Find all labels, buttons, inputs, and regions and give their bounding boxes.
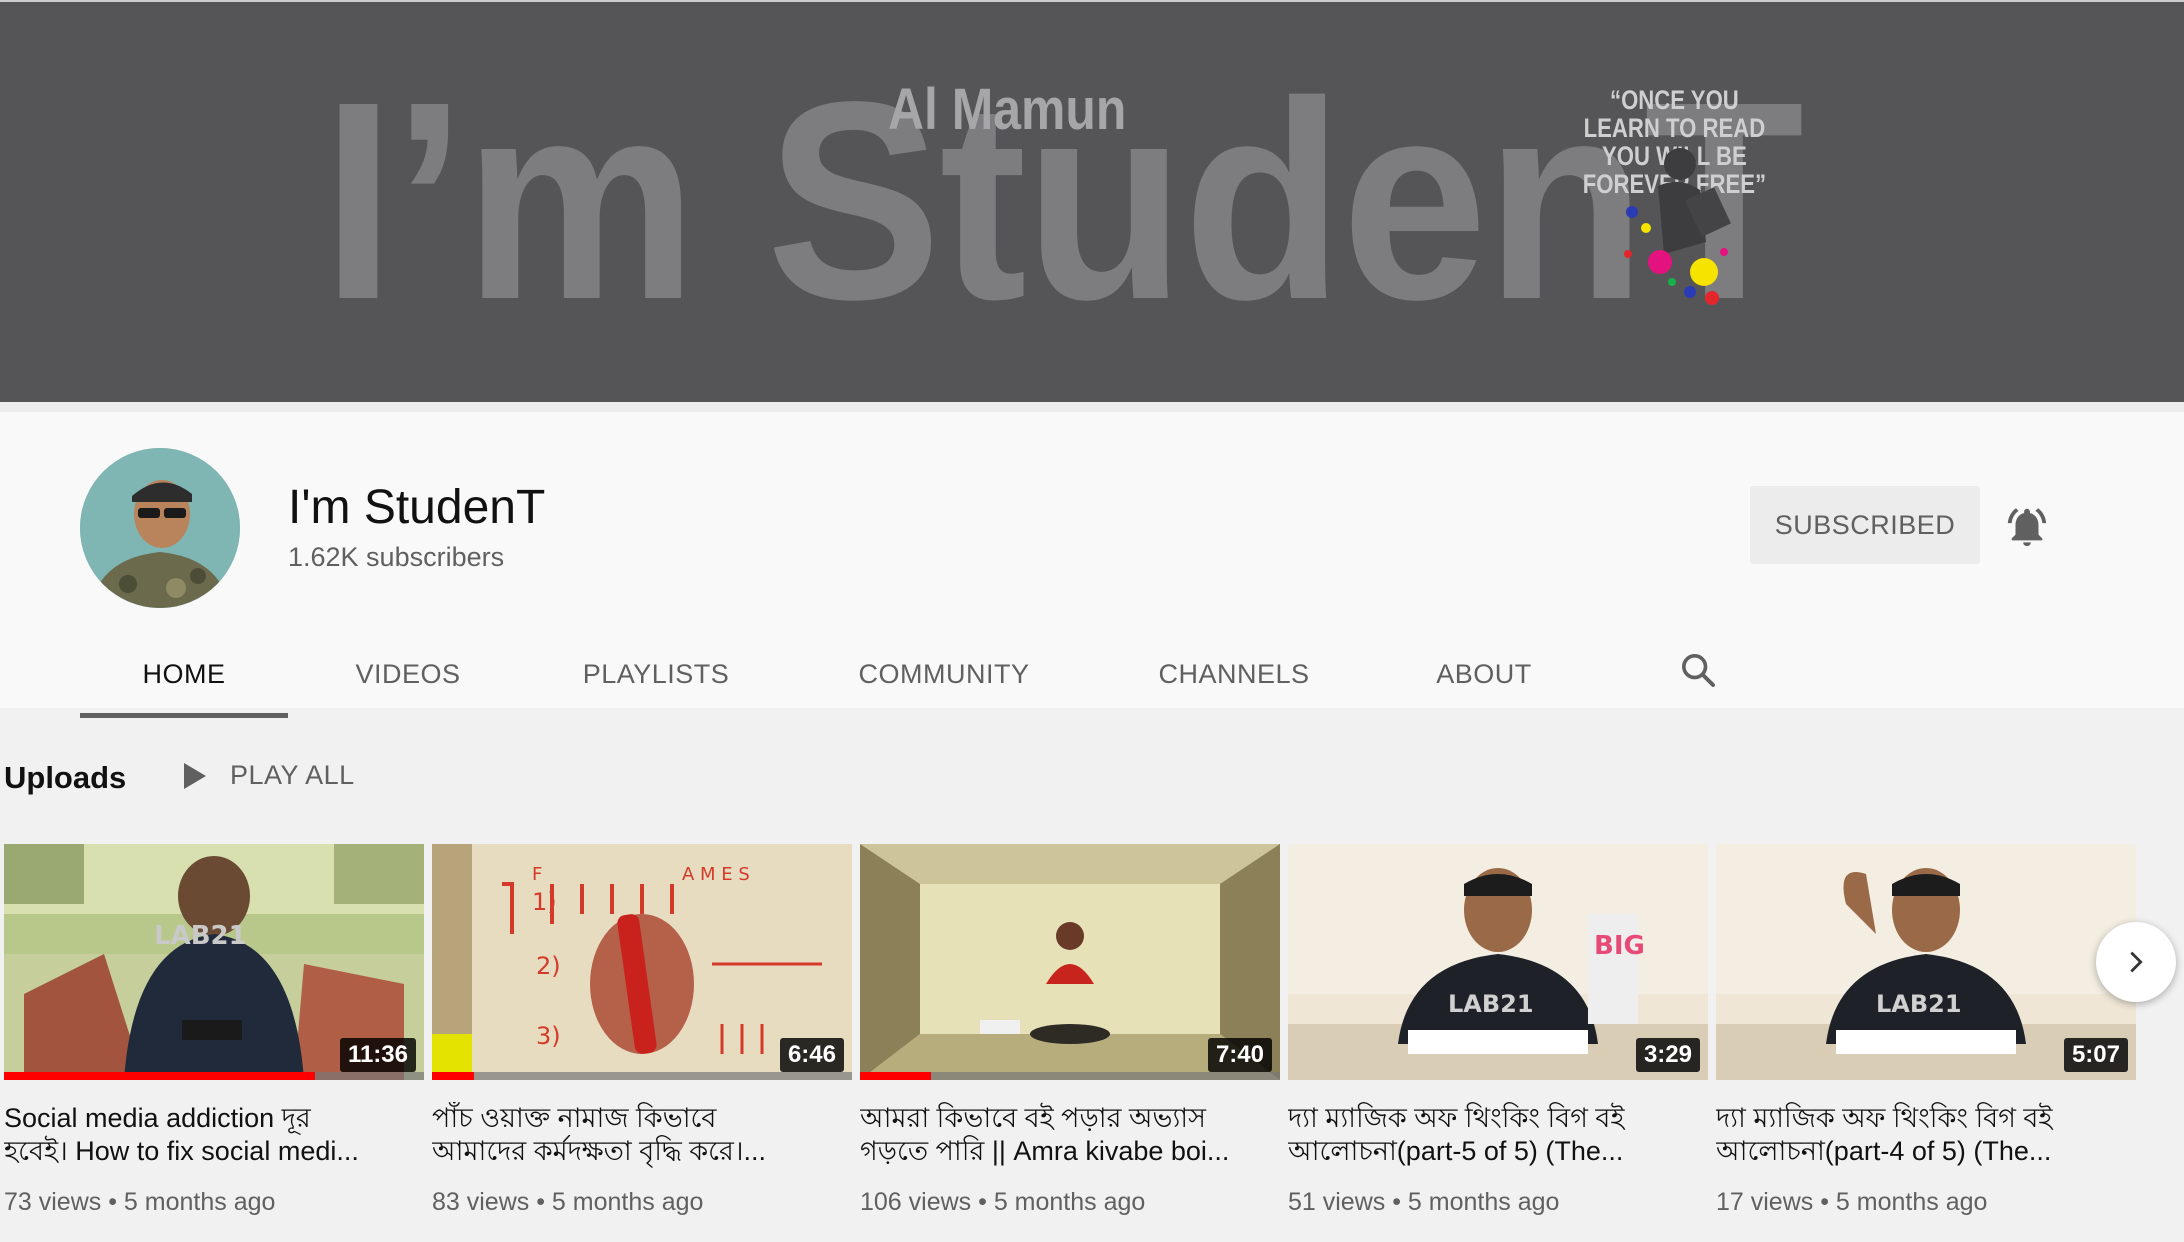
svg-text:LAB21: LAB21 [1876,990,1962,1018]
video-title-line-2: আমাদের কর্মদক্ষতা বৃদ্ধি করে।... [432,1136,767,1166]
video-duration: 6:46 [779,1038,844,1072]
banner-subtitle: Al Mamun [888,77,1127,142]
subscriber-count: 1.62K subscribers [288,542,505,572]
video-title[interactable]: Social media addiction দূর হবেই। How to … [4,1102,404,1168]
bell-icon[interactable] [2004,504,2050,550]
tab-about[interactable]: ABOUT [1364,630,1604,718]
svg-text:BIG: BIG [1594,931,1645,961]
video-title-line-2: হবেই। How to fix social medi... [4,1136,359,1166]
video-title-line-2: আলোচনা(part-4 of 5) (The... [1716,1136,2052,1166]
video-card[interactable]: LAB21 11:36 Social media addiction দূর হ… [4,844,424,1217]
watch-progress-fill [432,1072,474,1080]
tab-community[interactable]: COMMUNITY [784,630,1104,718]
watch-progress [860,1072,1280,1080]
video-duration: 3:29 [1635,1038,1700,1072]
tab-videos[interactable]: VIDEOS [288,630,528,718]
channel-tabs: HOME VIDEOS PLAYLISTS COMMUNITY CHANNELS… [80,630,1604,718]
video-duration: 5:07 [2063,1038,2128,1072]
video-meta: 51 views • 5 months ago [1288,1188,1560,1216]
video-views: 83 views [432,1188,530,1216]
video-meta: 73 views • 5 months ago [4,1188,276,1216]
video-duration: 11:36 [339,1038,416,1072]
svg-text:F: F [532,864,542,885]
video-age: 5 months ago [1407,1188,1560,1216]
video-views: 51 views [1288,1188,1386,1216]
tab-channels[interactable]: CHANNELS [1104,630,1364,718]
channel-header: I'm StudenT 1.62K subscribers SUBSCRIBED… [0,402,2184,718]
video-thumbnail[interactable]: LAB21 BIG 3:29 [1288,844,1708,1080]
video-title-line-1: Social media addiction দূর [4,1103,311,1133]
video-title[interactable]: দ্যা ম্যাজিক অফ থিংকিং বিগ বই আলোচনা(par… [1288,1102,1688,1168]
video-duration: 7:40 [1207,1038,1272,1072]
video-thumbnail[interactable]: LAB21 5:07 [1716,844,2136,1080]
video-meta: 106 views • 5 months ago [860,1188,1146,1216]
video-age: 5 months ago [123,1188,276,1216]
video-thumbnail[interactable]: LAB21 11:36 [4,844,424,1080]
watch-progress [432,1072,852,1080]
video-card[interactable]: F A M E S 2) 3) 1) 6:46 পাঁচ ওয়াক্ত নাম… [432,844,852,1217]
video-views: 17 views [1716,1188,1814,1216]
video-title-line-1: পাঁচ ওয়াক্ত নামাজ কিভাবে [432,1103,717,1133]
play-all-label: PLAY ALL [230,760,355,790]
svg-text:LAB21: LAB21 [154,921,247,951]
channel-avatar[interactable] [80,448,240,608]
tab-home[interactable]: HOME [80,630,288,718]
video-age: 5 months ago [1835,1188,1988,1216]
video-title-line-1: দ্যা ম্যাজিক অফ থিংকিং বিগ বই [1716,1103,2053,1133]
video-age: 5 months ago [993,1188,1146,1216]
video-title-line-2: গড়তে পারি || Amra kivabe boi... [860,1136,1230,1166]
chevron-right-icon [2130,951,2143,973]
video-title[interactable]: দ্যা ম্যাজিক অফ থিংকিং বিগ বই আলোচনা(par… [1716,1102,2116,1168]
video-title-line-2: আলোচনা(part-5 of 5) (The... [1288,1136,1624,1166]
svg-text:A M E S: A M E S [682,864,750,885]
watch-progress [4,1072,424,1080]
subscribed-button[interactable]: SUBSCRIBED [1750,486,1980,564]
svg-text:1): 1) [532,888,557,916]
svg-text:LAB21: LAB21 [1448,990,1534,1018]
channel-name: I'm StudenT [288,481,546,534]
video-title[interactable]: আমরা কিভাবে বই পড়ার অভ্যাস গড়তে পারি |… [860,1102,1260,1168]
video-thumbnail[interactable]: 7:40 [860,844,1280,1080]
shelf-next-button[interactable] [2096,922,2176,1002]
svg-text:3): 3) [536,1022,561,1050]
watch-progress-fill [860,1072,932,1080]
video-views: 73 views [4,1188,102,1216]
video-card[interactable]: LAB21 BIG 3:29 দ্যা ম্যাজিক অফ থিংকিং বি… [1288,844,1708,1217]
uploads-list: LAB21 11:36 Social media addiction দূর হ… [4,844,2136,1217]
reader-silhouette-art [1624,148,1731,305]
video-title-line-1: আমরা কিভাবে বই পড়ার অভ্যাস [860,1103,1206,1133]
video-card[interactable]: LAB21 5:07 দ্যা ম্যাজিক অফ থিংকিং বিগ বই… [1716,844,2136,1217]
uploads-title: Uploads [4,760,127,795]
video-meta: 17 views • 5 months ago [1716,1188,1988,1216]
play-icon [184,762,206,789]
video-thumbnail[interactable]: F A M E S 2) 3) 1) 6:46 [432,844,852,1080]
video-card[interactable]: 7:40 আমরা কিভাবে বই পড়ার অভ্যাস গড়তে প… [860,844,1280,1217]
video-meta: 83 views • 5 months ago [432,1188,704,1216]
tab-playlists[interactable]: PLAYLISTS [528,630,784,718]
channel-banner: I’m StudenT Al Mamun “ONCE YOU LEARN TO … [0,0,2184,402]
video-age: 5 months ago [551,1188,704,1216]
video-title-line-1: দ্যা ম্যাজিক অফ থিংকিং বিগ বই [1288,1103,1625,1133]
svg-text:2): 2) [536,952,561,980]
video-views: 106 views [860,1188,972,1216]
search-icon[interactable] [1678,650,1718,690]
play-all-button[interactable]: PLAY ALL [184,760,355,791]
video-title[interactable]: পাঁচ ওয়াক্ত নামাজ কিভাবে আমাদের কর্মদক্… [432,1102,832,1168]
watch-progress-fill [4,1072,315,1080]
